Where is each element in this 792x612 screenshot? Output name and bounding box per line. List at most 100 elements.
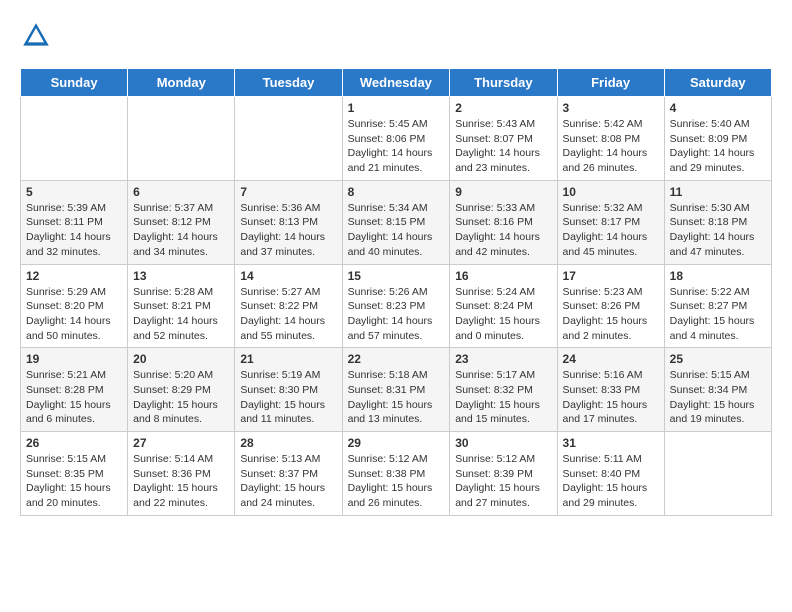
- day-number: 10: [563, 185, 659, 199]
- weekday-header-saturday: Saturday: [664, 69, 771, 97]
- cell-info: Sunrise: 5:19 AM Sunset: 8:30 PM Dayligh…: [240, 368, 336, 427]
- calendar-cell: 17 Sunrise: 5:23 AM Sunset: 8:26 PM Dayli…: [557, 264, 664, 348]
- cell-info: Sunrise: 5:45 AM Sunset: 8:06 PM Dayligh…: [348, 117, 445, 176]
- cell-info: Sunrise: 5:37 AM Sunset: 8:12 PM Dayligh…: [133, 201, 229, 260]
- weekday-header-sunday: Sunday: [21, 69, 128, 97]
- weekday-header-tuesday: Tuesday: [235, 69, 342, 97]
- calendar-cell: 7 Sunrise: 5:36 AM Sunset: 8:13 PM Daylig…: [235, 180, 342, 264]
- day-number: 1: [348, 101, 445, 115]
- day-number: 23: [455, 352, 551, 366]
- calendar-cell: 6 Sunrise: 5:37 AM Sunset: 8:12 PM Daylig…: [128, 180, 235, 264]
- day-number: 25: [670, 352, 766, 366]
- day-number: 19: [26, 352, 122, 366]
- cell-info: Sunrise: 5:14 AM Sunset: 8:36 PM Dayligh…: [133, 452, 229, 511]
- day-number: 9: [455, 185, 551, 199]
- weekday-header-wednesday: Wednesday: [342, 69, 450, 97]
- day-number: 18: [670, 269, 766, 283]
- calendar-cell: 14Sunrise: 5:27 AM Sunset: 8:22 PM Dayli…: [235, 264, 342, 348]
- weekday-header-monday: Monday: [128, 69, 235, 97]
- cell-info: Sunrise: 5:43 AM Sunset: 8:07 PM Dayligh…: [455, 117, 551, 176]
- calendar-cell: 25 Sunrise: 5:15 AM Sunset: 8:34 PM Dayli…: [664, 348, 771, 432]
- calendar-cell: [21, 97, 128, 181]
- day-number: 2: [455, 101, 551, 115]
- cell-info: Sunrise: 5:32 AM Sunset: 8:17 PM Dayligh…: [563, 201, 659, 260]
- week-row-3: 12Sunrise: 5:29 AM Sunset: 8:20 PM Dayli…: [21, 264, 772, 348]
- calendar-cell: 15Sunrise: 5:26 AM Sunset: 8:23 PM Dayli…: [342, 264, 450, 348]
- cell-info: Sunrise: 5:15 AM Sunset: 8:35 PM Dayligh…: [26, 452, 122, 511]
- cell-info: Sunrise: 5:22 AM Sunset: 8:27 PM Dayligh…: [670, 285, 766, 344]
- day-number: 14: [240, 269, 336, 283]
- cell-info: Sunrise: 5:24 AM Sunset: 8:24 PM Dayligh…: [455, 285, 551, 344]
- cell-info: Sunrise: 5:33 AM Sunset: 8:16 PM Dayligh…: [455, 201, 551, 260]
- calendar-cell: 11Sunrise: 5:30 AM Sunset: 8:18 PM Dayli…: [664, 180, 771, 264]
- cell-info: Sunrise: 5:13 AM Sunset: 8:37 PM Dayligh…: [240, 452, 336, 511]
- calendar-table: SundayMondayTuesdayWednesdayThursdayFrid…: [20, 68, 772, 516]
- cell-info: Sunrise: 5:40 AM Sunset: 8:09 PM Dayligh…: [670, 117, 766, 176]
- calendar-cell: 9 Sunrise: 5:33 AM Sunset: 8:16 PM Daylig…: [450, 180, 557, 264]
- day-number: 13: [133, 269, 229, 283]
- day-number: 27: [133, 436, 229, 450]
- calendar-cell: 4 Sunrise: 5:40 AM Sunset: 8:09 PM Daylig…: [664, 97, 771, 181]
- weekday-header-friday: Friday: [557, 69, 664, 97]
- cell-info: Sunrise: 5:42 AM Sunset: 8:08 PM Dayligh…: [563, 117, 659, 176]
- week-row-2: 5 Sunrise: 5:39 AM Sunset: 8:11 PM Daylig…: [21, 180, 772, 264]
- calendar-cell: [235, 97, 342, 181]
- logo-icon: [20, 20, 52, 52]
- calendar-cell: 12Sunrise: 5:29 AM Sunset: 8:20 PM Dayli…: [21, 264, 128, 348]
- day-number: 4: [670, 101, 766, 115]
- day-number: 11: [670, 185, 766, 199]
- calendar-cell: 2 Sunrise: 5:43 AM Sunset: 8:07 PM Daylig…: [450, 97, 557, 181]
- cell-info: Sunrise: 5:15 AM Sunset: 8:34 PM Dayligh…: [670, 368, 766, 427]
- cell-info: Sunrise: 5:20 AM Sunset: 8:29 PM Dayligh…: [133, 368, 229, 427]
- calendar-cell: 27 Sunrise: 5:14 AM Sunset: 8:36 PM Dayli…: [128, 432, 235, 516]
- calendar-cell: 29Sunrise: 5:12 AM Sunset: 8:38 PM Dayli…: [342, 432, 450, 516]
- cell-info: Sunrise: 5:36 AM Sunset: 8:13 PM Dayligh…: [240, 201, 336, 260]
- week-row-1: 1 Sunrise: 5:45 AM Sunset: 8:06 PM Daylig…: [21, 97, 772, 181]
- day-number: 31: [563, 436, 659, 450]
- calendar-cell: 5 Sunrise: 5:39 AM Sunset: 8:11 PM Daylig…: [21, 180, 128, 264]
- day-number: 15: [348, 269, 445, 283]
- calendar-cell: 13 Sunrise: 5:28 AM Sunset: 8:21 PM Dayli…: [128, 264, 235, 348]
- calendar-cell: 23 Sunrise: 5:17 AM Sunset: 8:32 PM Dayli…: [450, 348, 557, 432]
- cell-info: Sunrise: 5:34 AM Sunset: 8:15 PM Dayligh…: [348, 201, 445, 260]
- cell-info: Sunrise: 5:39 AM Sunset: 8:11 PM Dayligh…: [26, 201, 122, 260]
- calendar-cell: 8 Sunrise: 5:34 AM Sunset: 8:15 PM Daylig…: [342, 180, 450, 264]
- calendar-cell: 26Sunrise: 5:15 AM Sunset: 8:35 PM Dayli…: [21, 432, 128, 516]
- cell-info: Sunrise: 5:28 AM Sunset: 8:21 PM Dayligh…: [133, 285, 229, 344]
- cell-info: Sunrise: 5:12 AM Sunset: 8:38 PM Dayligh…: [348, 452, 445, 511]
- cell-info: Sunrise: 5:29 AM Sunset: 8:20 PM Dayligh…: [26, 285, 122, 344]
- calendar-cell: [664, 432, 771, 516]
- cell-info: Sunrise: 5:16 AM Sunset: 8:33 PM Dayligh…: [563, 368, 659, 427]
- day-number: 7: [240, 185, 336, 199]
- day-number: 6: [133, 185, 229, 199]
- day-number: 16: [455, 269, 551, 283]
- cell-info: Sunrise: 5:11 AM Sunset: 8:40 PM Dayligh…: [563, 452, 659, 511]
- calendar-cell: 10 Sunrise: 5:32 AM Sunset: 8:17 PM Dayli…: [557, 180, 664, 264]
- weekday-header-thursday: Thursday: [450, 69, 557, 97]
- day-number: 20: [133, 352, 229, 366]
- logo: [20, 20, 56, 52]
- calendar-cell: 22Sunrise: 5:18 AM Sunset: 8:31 PM Dayli…: [342, 348, 450, 432]
- calendar-cell: 21 Sunrise: 5:19 AM Sunset: 8:30 PM Dayli…: [235, 348, 342, 432]
- cell-info: Sunrise: 5:23 AM Sunset: 8:26 PM Dayligh…: [563, 285, 659, 344]
- day-number: 17: [563, 269, 659, 283]
- calendar-cell: 20 Sunrise: 5:20 AM Sunset: 8:29 PM Dayli…: [128, 348, 235, 432]
- calendar-cell: 16 Sunrise: 5:24 AM Sunset: 8:24 PM Dayli…: [450, 264, 557, 348]
- week-row-4: 19 Sunrise: 5:21 AM Sunset: 8:28 PM Dayli…: [21, 348, 772, 432]
- weekday-header-row: SundayMondayTuesdayWednesdayThursdayFrid…: [21, 69, 772, 97]
- page-header: [20, 20, 772, 52]
- calendar-cell: 30Sunrise: 5:12 AM Sunset: 8:39 PM Dayli…: [450, 432, 557, 516]
- day-number: 21: [240, 352, 336, 366]
- day-number: 28: [240, 436, 336, 450]
- calendar-cell: 18 Sunrise: 5:22 AM Sunset: 8:27 PM Dayli…: [664, 264, 771, 348]
- calendar-cell: 31 Sunrise: 5:11 AM Sunset: 8:40 PM Dayli…: [557, 432, 664, 516]
- calendar-cell: [128, 97, 235, 181]
- cell-info: Sunrise: 5:17 AM Sunset: 8:32 PM Dayligh…: [455, 368, 551, 427]
- day-number: 3: [563, 101, 659, 115]
- day-number: 8: [348, 185, 445, 199]
- day-number: 22: [348, 352, 445, 366]
- day-number: 30: [455, 436, 551, 450]
- day-number: 5: [26, 185, 122, 199]
- calendar-cell: 24Sunrise: 5:16 AM Sunset: 8:33 PM Dayli…: [557, 348, 664, 432]
- cell-info: Sunrise: 5:21 AM Sunset: 8:28 PM Dayligh…: [26, 368, 122, 427]
